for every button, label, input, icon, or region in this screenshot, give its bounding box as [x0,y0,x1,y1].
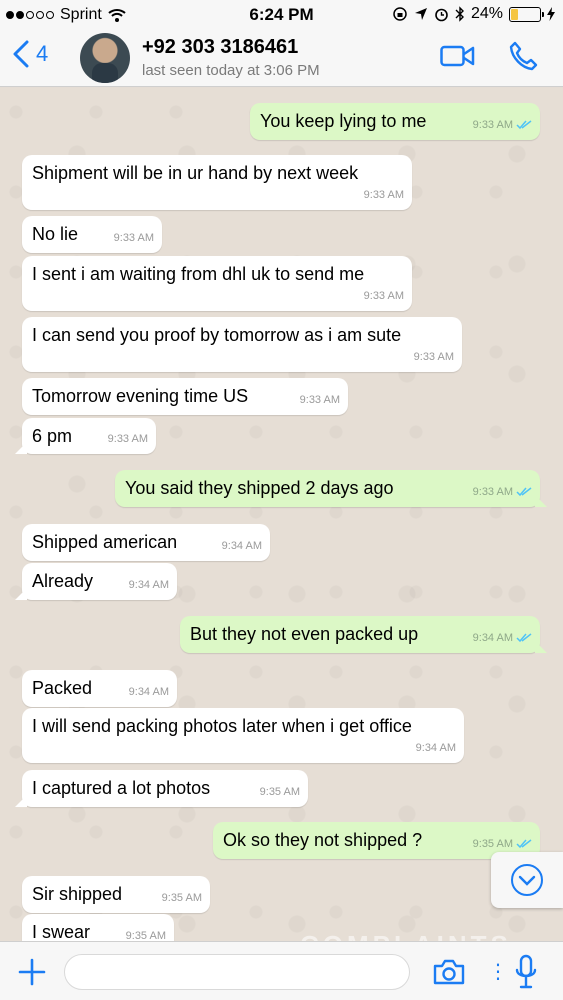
message-text: I can send you proof by tomorrow as i am… [32,325,402,345]
incoming-message[interactable]: I can send you proof by tomorrow as i am… [22,317,462,372]
scroll-down-button[interactable] [491,852,563,908]
message-time: 9:33 AM [472,486,513,498]
phone-icon[interactable] [508,40,538,72]
double-check-icon [516,120,532,130]
incoming-message[interactable]: I will send packing photos later when i … [22,708,464,763]
message-text: I captured a lot photos [32,778,211,798]
message-meta: 9:35 AM [260,781,300,803]
incoming-message[interactable]: I sent i am waiting from dhl uk to send … [22,256,412,311]
message-meta: 9:34 AM [129,574,169,596]
more-dots-icon: ⋮ [488,961,508,983]
message-text: You said they shipped 2 days ago [125,478,394,498]
message-text: Already [32,571,94,591]
message-text: I will send packing photos later when i … [32,716,412,736]
message-text: Shipped american [32,532,178,552]
status-right: 24% [392,5,555,23]
outgoing-message[interactable]: You said they shipped 2 days ago 9:33 AM [115,470,547,507]
chat-header: 4 +92 303 3186461 last seen today at 3:0… [0,30,563,87]
message-text: Packed [32,678,93,698]
message-meta: 9:33 AM [414,346,454,368]
message-time: 9:33 AM [363,290,404,302]
incoming-message[interactable]: No lie 9:33 AM [22,216,162,253]
incoming-message[interactable]: Already 9:34 AM [15,563,177,600]
message-text: Shipment will be in ur hand by next week [32,163,359,183]
message-meta: 9:35 AM [162,887,202,909]
battery-icon [509,6,544,22]
message-time: 9:33 AM [472,119,513,131]
message-time: 9:35 AM [259,786,300,798]
message-time: 9:34 AM [128,579,169,591]
incoming-message[interactable]: Packed 9:34 AM [22,670,177,707]
incoming-message[interactable]: I swear 9:35 AM [15,914,174,941]
message-time: 9:35 AM [161,892,202,904]
plus-icon[interactable] [18,958,46,986]
back-button[interactable]: 4 [12,40,48,68]
battery-percent: 24% [470,5,503,22]
message-time: 9:33 AM [113,232,154,244]
incoming-message[interactable]: Sir shipped 9:35 AM [22,876,210,913]
back-chevron-icon [13,40,29,68]
message-meta: 9:33 AM [114,227,154,249]
unread-count: 4 [36,41,49,66]
message-time: 9:34 AM [221,540,262,552]
location-icon [414,8,427,20]
message-meta: 9:33 AM [473,114,532,136]
message-text: You keep lying to me [260,111,427,131]
message-time: 9:33 AM [107,433,148,445]
message-meta: 9:34 AM [222,535,262,557]
message-meta: 9:33 AM [108,428,148,450]
message-text: 6 pm [32,426,73,446]
message-time: 9:34 AM [128,686,169,698]
message-meta: 9:34 AM [129,681,169,703]
lock-rotation-icon [393,7,407,21]
outgoing-message[interactable]: But they not even packed up 9:34 AM [180,616,547,653]
message-time: 9:33 AM [299,394,340,406]
message-meta: 9:33 AM [473,481,532,503]
message-input[interactable] [64,954,410,990]
message-time: 9:34 AM [415,742,456,754]
outgoing-message[interactable]: You keep lying to me 9:33 AM [250,103,540,140]
message-meta: 9:34 AM [473,627,532,649]
mic-icon[interactable] [514,954,538,990]
message-text: I swear [32,922,91,941]
bluetooth-icon [455,6,464,22]
contact-name[interactable]: +92 303 3186461 [142,36,298,59]
message-time: 9:33 AM [363,189,404,201]
incoming-message[interactable]: Shipped american 9:34 AM [22,524,270,561]
alarm-icon [435,8,448,21]
avatar[interactable] [80,33,130,83]
incoming-message[interactable]: Shipment will be in ur hand by next week… [22,155,412,210]
double-check-icon [516,633,532,643]
scroll-down-icon [511,864,543,896]
message-text: Tomorrow evening time US [32,386,249,406]
video-icon[interactable] [440,44,476,68]
message-text: Ok so they not shipped ? [223,830,423,850]
message-meta: 9:33 AM [300,389,340,411]
message-meta: 9:34 AM [416,737,456,759]
message-text: But they not even packed up [190,624,419,644]
message-list[interactable]: You keep lying to me 9:33 AM Shipment will… [0,88,563,941]
double-check-icon [516,487,532,497]
incoming-message[interactable]: 6 pm 9:33 AM [15,418,156,454]
message-meta: 9:33 AM [364,184,404,206]
status-bar: Sprint 6:24 PM 24% [0,0,563,30]
message-text: Sir shipped [32,884,123,904]
message-text: I sent i am waiting from dhl uk to send … [32,264,365,284]
charging-icon [547,7,555,21]
camera-icon[interactable] [432,958,466,986]
double-check-icon [516,839,532,849]
message-time: 9:33 AM [413,351,454,363]
outgoing-message[interactable]: Ok so they not shipped ? 9:35 AM [213,822,547,859]
incoming-message[interactable]: Tomorrow evening time US 9:33 AM [22,378,348,415]
message-text: No lie [32,224,79,244]
compose-bar: ⋮ [0,941,563,1000]
message-meta: 9:35 AM [126,925,166,941]
message-meta: 9:33 AM [364,285,404,307]
message-time: 9:34 AM [472,632,513,644]
incoming-message[interactable]: I captured a lot photos 9:35 AM [15,770,308,807]
last-seen: last seen today at 3:06 PM [142,62,320,79]
message-time: 9:35 AM [125,930,166,941]
